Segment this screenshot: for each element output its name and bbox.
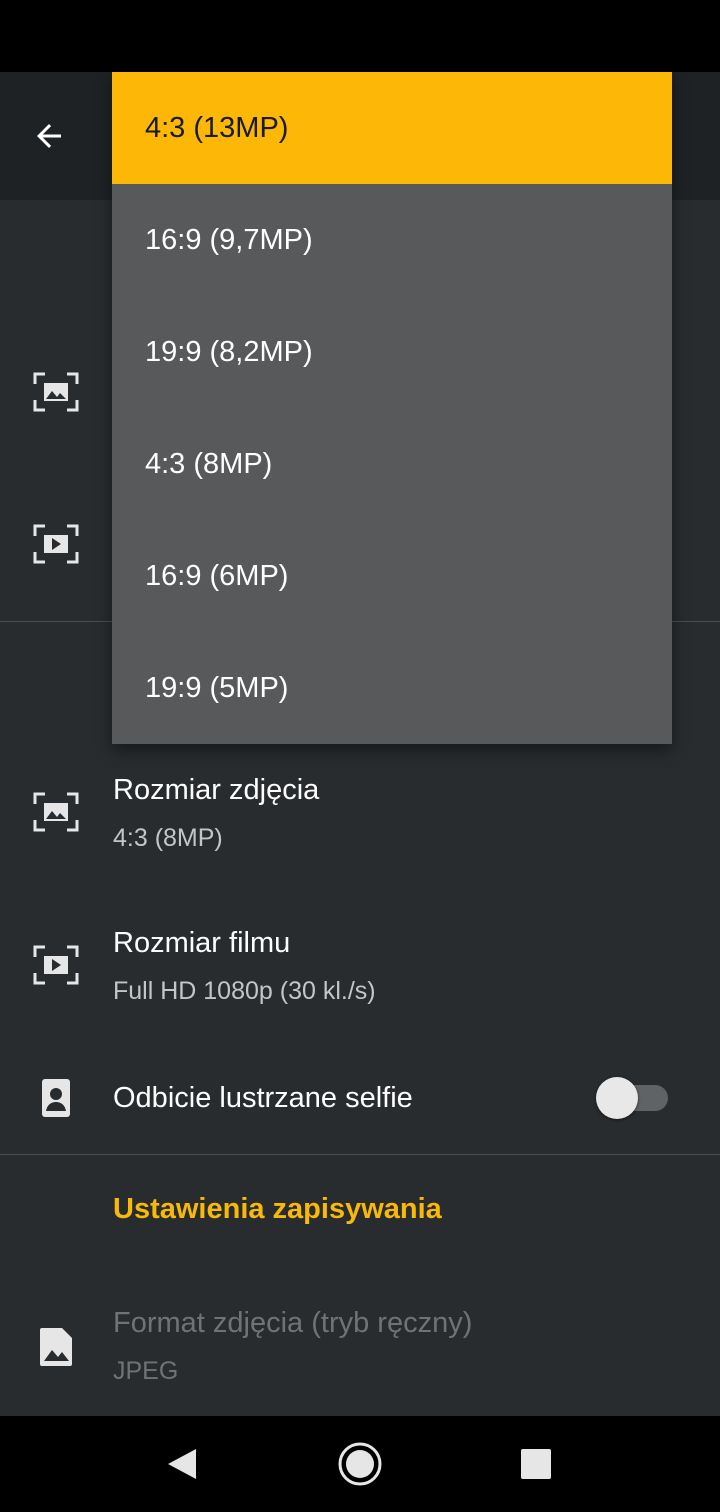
photo-size-dropdown: 4:3 (13MP) 16:9 (9,7MP) 19:9 (8,2MP) 4:3… bbox=[112, 72, 672, 744]
square-recents-icon bbox=[521, 1449, 551, 1479]
dropdown-option[interactable]: 4:3 (13MP) bbox=[112, 72, 672, 184]
image-icon bbox=[30, 1321, 82, 1373]
photo-size-icon bbox=[30, 366, 82, 418]
photo-format-setting[interactable]: Format zdjęcia (tryb ręczny) JPEG bbox=[0, 1295, 720, 1405]
circle-home-icon bbox=[338, 1442, 382, 1486]
photo-size-title: Rozmiar zdjęcia bbox=[113, 774, 320, 806]
save-settings-header: Ustawienia zapisywania bbox=[113, 1193, 442, 1225]
photo-size-value: 4:3 (8MP) bbox=[113, 824, 223, 852]
dropdown-option[interactable]: 19:9 (8,2MP) bbox=[112, 296, 672, 408]
dropdown-option[interactable]: 19:9 (5MP) bbox=[112, 632, 672, 744]
photo-format-title: Format zdjęcia (tryb ręczny) bbox=[113, 1307, 473, 1339]
arrow-left-icon bbox=[37, 124, 61, 148]
photo-size-icon bbox=[30, 786, 82, 838]
selfie-portrait-icon bbox=[30, 1072, 82, 1124]
dropdown-option[interactable]: 16:9 (6MP) bbox=[112, 520, 672, 632]
status-bar bbox=[0, 0, 720, 72]
mirror-selfie-toggle[interactable] bbox=[596, 1077, 672, 1119]
video-size-icon bbox=[30, 518, 82, 570]
system-back-button[interactable] bbox=[152, 1434, 212, 1494]
system-home-button[interactable] bbox=[330, 1434, 390, 1494]
video-size-title: Rozmiar filmu bbox=[113, 927, 291, 959]
triangle-back-icon bbox=[168, 1449, 196, 1479]
video-size-value: Full HD 1080p (30 kl./s) bbox=[113, 977, 376, 1005]
section-divider bbox=[0, 1154, 720, 1155]
system-navigation-bar bbox=[0, 1416, 720, 1512]
back-button[interactable] bbox=[20, 100, 78, 172]
photo-size-setting[interactable]: Rozmiar zdjęcia 4:3 (8MP) bbox=[0, 760, 720, 880]
video-size-setting[interactable]: Rozmiar filmu Full HD 1080p (30 kl./s) bbox=[0, 913, 720, 1033]
dropdown-option[interactable]: 16:9 (9,7MP) bbox=[112, 184, 672, 296]
dropdown-option[interactable]: 4:3 (8MP) bbox=[112, 408, 672, 520]
system-recents-button[interactable] bbox=[506, 1434, 566, 1494]
photo-format-value: JPEG bbox=[113, 1357, 179, 1385]
mirror-selfie-title: Odbicie lustrzane selfie bbox=[113, 1082, 413, 1114]
video-size-icon bbox=[30, 939, 82, 991]
toggle-thumb bbox=[596, 1077, 638, 1119]
